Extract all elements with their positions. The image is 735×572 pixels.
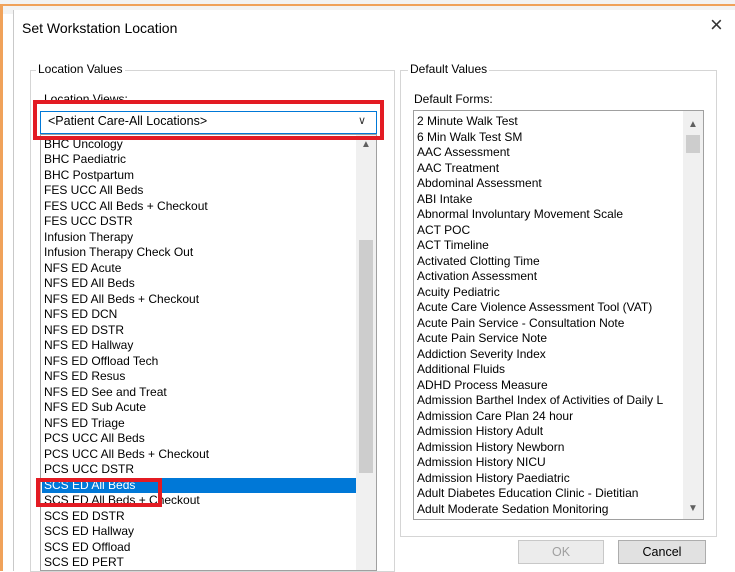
- default-form-item[interactable]: Adult Moderate Sedation Monitoring: [417, 502, 608, 518]
- location-list-item[interactable]: NFS ED DSTR: [44, 323, 124, 339]
- location-list-item[interactable]: NFS ED Sub Acute: [44, 400, 146, 416]
- location-list-item[interactable]: FES UCC All Beds + Checkout: [44, 199, 208, 215]
- highlight-box-location-views: [33, 100, 384, 140]
- location-list-item[interactable]: NFS ED All Beds + Checkout: [44, 292, 199, 308]
- default-form-item[interactable]: 2 Minute Walk Test: [417, 114, 518, 130]
- default-form-item[interactable]: Admission History Adult: [417, 424, 543, 440]
- default-form-item[interactable]: Admission History Newborn: [417, 440, 564, 456]
- background-window-edge: [0, 4, 735, 6]
- default-form-item[interactable]: 6 Min Walk Test SM: [417, 130, 522, 146]
- default-form-item[interactable]: Acute Pain Service - Consultation Note: [417, 316, 624, 332]
- forms-list-scroll-thumb[interactable]: [686, 135, 700, 153]
- default-form-item[interactable]: Acute Pain Service Note: [417, 331, 547, 347]
- background-window-left-edge: [0, 6, 3, 571]
- location-list-item[interactable]: NFS ED Hallway: [44, 338, 133, 354]
- default-form-item[interactable]: Acuity Pediatric: [417, 285, 500, 301]
- default-form-item[interactable]: Abnormal Involuntary Movement Scale: [417, 207, 623, 223]
- default-form-item[interactable]: Admission History Paediatric: [417, 471, 570, 487]
- scroll-up-arrow-icon[interactable]: ▲: [688, 119, 698, 130]
- default-form-item[interactable]: Additional Fluids: [417, 362, 505, 378]
- location-list-item[interactable]: SCS ED Hallway: [44, 524, 134, 540]
- location-values-legend: Location Values: [36, 62, 125, 76]
- location-list-item[interactable]: NFS ED Offload Tech: [44, 354, 158, 370]
- default-values-legend: Default Values: [408, 62, 490, 76]
- dialog-title: Set Workstation Location: [22, 20, 178, 36]
- location-list-item[interactable]: SCS ED DSTR: [44, 509, 125, 525]
- default-form-item[interactable]: AAC Treatment: [417, 161, 499, 177]
- default-form-item[interactable]: Activation Assessment: [417, 269, 537, 285]
- location-list-item[interactable]: BHC Paediatric: [44, 152, 126, 168]
- location-list-scroll-thumb[interactable]: [359, 240, 373, 473]
- location-list-item[interactable]: NFS ED All Beds: [44, 276, 135, 292]
- default-form-item[interactable]: Addiction Severity Index: [417, 347, 546, 363]
- default-form-item[interactable]: Admission History NICU: [417, 455, 546, 471]
- location-list-item[interactable]: FES UCC All Beds: [44, 183, 143, 199]
- location-list-scrollbar[interactable]: ▲: [356, 135, 376, 570]
- ok-button[interactable]: OK: [518, 540, 604, 564]
- location-list-item[interactable]: FES UCC DSTR: [44, 214, 133, 230]
- location-list-item[interactable]: NFS ED Resus: [44, 369, 125, 385]
- default-form-item[interactable]: Adult Diabetes Education Clinic - Dietit…: [417, 486, 638, 502]
- default-form-item[interactable]: Admission Barthel Index of Activities of…: [417, 393, 663, 409]
- scroll-down-arrow-icon[interactable]: ▼: [688, 503, 698, 514]
- default-form-item[interactable]: Abdominal Assessment: [417, 176, 542, 192]
- location-list-item[interactable]: BHC Postpartum: [44, 168, 134, 184]
- forms-list-scrollbar[interactable]: ▲ ▼: [683, 111, 703, 519]
- location-list-item[interactable]: Infusion Therapy: [44, 230, 133, 246]
- location-list-item[interactable]: NFS ED Acute: [44, 261, 121, 277]
- default-form-item[interactable]: AAC Assessment: [417, 145, 510, 161]
- location-list-item[interactable]: NFS ED Triage: [44, 416, 125, 432]
- location-list-item[interactable]: SCS ED PERT: [44, 555, 124, 570]
- default-form-item[interactable]: ABI Intake: [417, 192, 472, 208]
- location-list-item[interactable]: PCS UCC All Beds + Checkout: [44, 447, 209, 463]
- location-list-item[interactable]: NFS ED See and Treat: [44, 385, 167, 401]
- default-form-item[interactable]: ADHD Process Measure: [417, 378, 548, 394]
- location-list-item[interactable]: Infusion Therapy Check Out: [44, 245, 193, 261]
- location-list-item[interactable]: PCS UCC All Beds: [44, 431, 145, 447]
- location-list-item[interactable]: PCS UCC DSTR: [44, 462, 134, 478]
- default-form-item[interactable]: Activated Clotting Time: [417, 254, 540, 270]
- default-form-item[interactable]: Acute Care Violence Assessment Tool (VAT…: [417, 300, 652, 316]
- scroll-up-arrow-icon[interactable]: ▲: [361, 139, 371, 150]
- close-icon[interactable]: ×: [710, 14, 723, 36]
- default-forms-list[interactable]: 2 Minute Walk Test 6 Min Walk Test SM AAC …: [413, 110, 704, 520]
- default-form-item[interactable]: ACT Timeline: [417, 238, 489, 254]
- cancel-button[interactable]: Cancel: [618, 540, 706, 564]
- default-forms-label: Default Forms:: [414, 92, 493, 106]
- default-form-item[interactable]: ACT POC: [417, 223, 470, 239]
- default-form-item[interactable]: Admission Care Plan 24 hour: [417, 409, 573, 425]
- location-list-item[interactable]: NFS ED DCN: [44, 307, 117, 323]
- highlight-box-selected-item: [36, 478, 162, 507]
- location-list-item[interactable]: SCS ED Offload: [44, 540, 130, 556]
